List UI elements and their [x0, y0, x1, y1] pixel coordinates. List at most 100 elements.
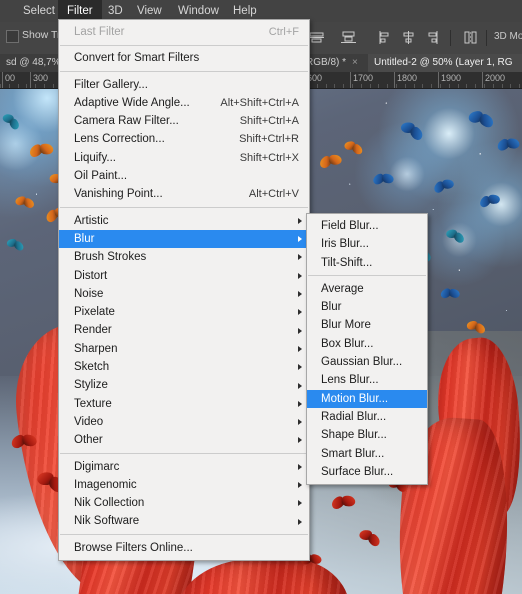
menu-item-label: Last Filter [74, 26, 125, 38]
filter-menu-item-nik-software[interactable]: Nik Software [59, 512, 309, 530]
filter-menu-item-distort[interactable]: Distort [59, 267, 309, 285]
menu-item-label: Blur [321, 301, 342, 314]
ruler-minor-tick [414, 84, 415, 88]
filter-menu-item-sharpen[interactable]: Sharpen [59, 340, 309, 358]
menu-item-label: Imagenomic [74, 478, 137, 491]
menubar-item-select[interactable]: Select [14, 0, 64, 22]
menu-item-label: Nik Software [74, 515, 140, 528]
ruler-minor-tick [405, 84, 406, 88]
document-tab[interactable]: Untitled-2 @ 50% (Layer 1, RG [368, 54, 522, 72]
blur-menu-item-lens-blur[interactable]: Lens Blur... [307, 371, 427, 389]
ruler-minor-tick [484, 84, 485, 88]
filter-menu-item-oil-paint[interactable]: Oil Paint... [59, 167, 309, 185]
menu-item-label: Artistic [74, 214, 109, 227]
filter-menu-item-blur[interactable]: Blur [59, 229, 309, 249]
menu-separator [60, 453, 308, 455]
show-transform-checkbox[interactable] [6, 30, 19, 43]
filter-menu-item-camera-raw-filter[interactable]: Camera Raw Filter... Shift+Ctrl+A [59, 112, 309, 130]
ruler-minor-tick [0, 84, 1, 88]
blur-menu-item-shape-blur[interactable]: Shape Blur... [307, 426, 427, 444]
blur-menu-item-box-blur[interactable]: Box Blur... [307, 335, 427, 353]
filter-menu-item-other[interactable]: Other [59, 431, 309, 449]
filter-menu-item-stylize[interactable]: Stylize [59, 376, 309, 394]
ruler-minor-tick [317, 84, 318, 88]
ruler-tick [2, 72, 3, 88]
filter-menu-item-video[interactable]: Video [59, 413, 309, 431]
submenu-arrow-icon [298, 309, 302, 316]
ruler-label: 2000 [485, 73, 506, 83]
menu-item-label: Field Blur... [321, 220, 379, 232]
align-vertical-centers-icon[interactable] [308, 30, 325, 45]
menu-item-label: Brush Strokes [74, 251, 147, 264]
submenu-arrow-icon [298, 437, 302, 444]
blur-menu-item-motion-blur[interactable]: Motion Blur... [307, 389, 427, 408]
distribute-spacing-icon[interactable] [462, 30, 479, 45]
menu-item-label: Digimarc [74, 460, 120, 473]
filter-menu-item-convert-for-smart-filters[interactable]: Convert for Smart Filters [59, 49, 309, 67]
filter-menu-item-sketch[interactable]: Sketch [59, 358, 309, 376]
blur-menu-item-surface-blur[interactable]: Surface Blur... [307, 463, 427, 481]
filter-menu-item-filter-gallery[interactable]: Filter Gallery... [59, 76, 309, 94]
menu-item-label: Oil Paint... [74, 170, 128, 183]
blur-menu-item-gaussian-blur[interactable]: Gaussian Blur... [307, 353, 427, 371]
filter-menu-item-adaptive-wide-angle[interactable]: Adaptive Wide Angle... Alt+Shift+Ctrl+A [59, 94, 309, 112]
menu-item-label: Browse Filters Online... [74, 541, 193, 554]
blur-menu-item-iris-blur[interactable]: Iris Blur... [307, 235, 427, 253]
menu-item-label: Radial Blur... [321, 410, 387, 423]
menu-item-label: Stylize [74, 379, 108, 392]
distribute-right-edges-icon[interactable] [424, 30, 441, 45]
ruler-tick [482, 72, 483, 88]
filter-menu-item-lens-correction[interactable]: Lens Correction... Shift+Ctrl+R [59, 130, 309, 148]
blur-menu-item-average[interactable]: Average [307, 280, 427, 298]
menu-item-label: Box Blur... [321, 337, 374, 350]
filter-menu-item-last-filter: Last Filter Ctrl+F [59, 23, 309, 41]
blur-menu-item-blur[interactable]: Blur [307, 298, 427, 316]
submenu-arrow-icon [298, 518, 302, 525]
filter-menu-item-pixelate[interactable]: Pixelate [59, 303, 309, 321]
close-icon[interactable]: × [352, 57, 358, 68]
ruler-minor-tick [396, 84, 397, 88]
filter-menu-item-noise[interactable]: Noise [59, 285, 309, 303]
submenu-arrow-icon [298, 217, 302, 224]
menu-item-label: Video [74, 415, 104, 428]
menu-item-label: Blur More [321, 319, 371, 332]
menu-item-label: Filter Gallery... [74, 78, 148, 91]
blur-menu-item-smart-blur[interactable]: Smart Blur... [307, 445, 427, 463]
align-bottom-edges-icon[interactable] [340, 30, 357, 45]
submenu-arrow-icon [298, 400, 302, 407]
distribute-left-edges-icon[interactable] [376, 30, 393, 45]
ruler-label: 300 [33, 73, 49, 83]
filter-menu-item-render[interactable]: Render [59, 321, 309, 339]
menu-item-label: Iris Blur... [321, 238, 369, 251]
filter-menu-item-digimarc[interactable]: Digimarc [59, 458, 309, 476]
photoshop-window: Select Filter 3D View Window Help Show Tran 3… [0, 0, 522, 594]
blur-menu-item-blur-more[interactable]: Blur More [307, 316, 427, 334]
ruler-minor-tick [466, 84, 467, 88]
menu-item-shortcut: Shift+Ctrl+R [239, 133, 299, 146]
ruler-tick [350, 72, 351, 88]
filter-menu-item-texture[interactable]: Texture [59, 395, 309, 413]
filter-menu-item-artistic[interactable]: Artistic [59, 212, 309, 230]
blur-menu-item-tilt-shift[interactable]: Tilt-Shift... [307, 254, 427, 272]
ruler-minor-tick [449, 84, 450, 88]
ruler-minor-tick [9, 84, 10, 88]
document-tab[interactable]: RGB/8) * × [300, 54, 374, 72]
ruler-minor-tick [370, 84, 371, 88]
menu-item-label: Texture [74, 397, 112, 410]
submenu-arrow-icon [298, 463, 302, 470]
ruler-minor-tick [326, 84, 327, 88]
filter-menu-item-browse-filters-online[interactable]: Browse Filters Online... [59, 539, 309, 557]
menu-item-label: Smart Blur... [321, 447, 385, 460]
menu-item-label: Blur [74, 232, 95, 245]
filter-menu-item-nik-collection[interactable]: Nik Collection [59, 494, 309, 512]
submenu-arrow-icon [298, 482, 302, 489]
ruler-minor-tick [387, 84, 388, 88]
blur-menu-item-radial-blur[interactable]: Radial Blur... [307, 408, 427, 426]
filter-menu-item-vanishing-point[interactable]: Vanishing Point... Alt+Ctrl+V [59, 185, 309, 203]
blur-menu-item-field-blur[interactable]: Field Blur... [307, 217, 427, 235]
filter-menu-item-brush-strokes[interactable]: Brush Strokes [59, 248, 309, 266]
filter-menu-item-imagenomic[interactable]: Imagenomic [59, 476, 309, 494]
submenu-arrow-icon [298, 500, 302, 507]
distribute-horizontal-centers-icon[interactable] [400, 30, 417, 45]
filter-menu-item-liquify[interactable]: Liquify... Shift+Ctrl+X [59, 149, 309, 167]
